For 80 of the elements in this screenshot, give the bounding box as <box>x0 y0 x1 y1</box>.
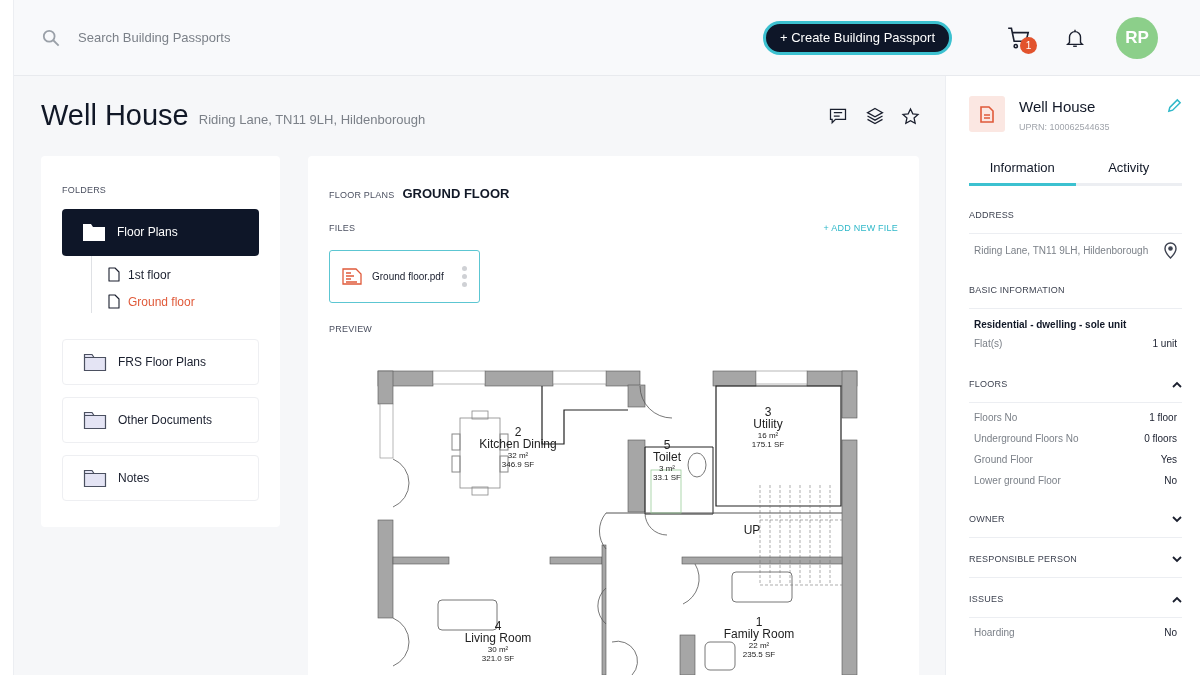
uprn-text: UPRN: 100062544635 <box>1019 120 1111 134</box>
info-value: No <box>1164 474 1177 488</box>
info-label: Ground Floor <box>974 453 1033 467</box>
room-label: Utility <box>753 416 783 431</box>
info-value: 1 floor <box>1149 411 1177 425</box>
files-label: FILES <box>329 221 356 235</box>
layers-icon[interactable] <box>865 106 885 126</box>
room-label: 4 <box>494 618 502 633</box>
document-icon <box>980 105 994 123</box>
preview-label: PREVIEW <box>329 323 374 336</box>
folder-icon <box>83 409 107 430</box>
section-heading: ISSUES <box>969 592 1004 606</box>
info-subtitle: Residential - dwelling - sole unit <box>974 318 1128 332</box>
create-building-passport-button[interactable]: + Create Building Passport <box>763 20 952 55</box>
location-pin-icon[interactable] <box>1164 242 1177 259</box>
room-label: 235.5 SF <box>742 649 776 659</box>
room-label: 32 m² <box>507 450 529 460</box>
section-heading: ADDRESS <box>969 208 1015 222</box>
chevron-down-icon[interactable] <box>1172 556 1182 563</box>
info-label: Hoarding <box>974 626 1015 640</box>
address-text: Riding Lane, TN11 9LH, Hildenborough <box>974 244 1149 258</box>
room-label: Family Room <box>723 626 795 641</box>
room-label: 30 m² <box>487 644 509 654</box>
file-name: Ground floor.pdf <box>372 270 445 284</box>
folder-item[interactable]: Other Documents <box>62 396 259 443</box>
star-icon[interactable] <box>901 106 920 126</box>
info-value: 0 floors <box>1144 432 1177 446</box>
file-card[interactable]: Ground floor.pdf <box>329 250 480 303</box>
cart-count-badge: 1 <box>1020 36 1037 54</box>
info-value: No <box>1164 626 1177 640</box>
chevron-down-icon[interactable] <box>1172 516 1182 523</box>
section-heading: RESPONSIBLE PERSON <box>969 552 1078 566</box>
tab[interactable]: Activity <box>1075 152 1182 186</box>
folder-title: GROUND FLOOR <box>402 185 510 203</box>
section-heading: BASIC INFORMATION <box>969 283 1065 297</box>
section-heading: OWNER <box>969 512 1005 526</box>
building-name: Well House <box>1019 97 1097 117</box>
folder-item[interactable]: Notes <box>62 454 259 501</box>
building-title: Well House <box>41 98 189 134</box>
file-tree-item[interactable]: Ground floor <box>108 292 259 311</box>
room-label: Toilet <box>653 449 681 464</box>
file-icon <box>108 267 120 282</box>
tab[interactable]: Information <box>969 152 1076 186</box>
room-label: 5 <box>663 437 671 452</box>
room-label: 16 m² <box>757 430 779 440</box>
section-heading: FLOORS <box>969 377 1008 391</box>
info-value: 1 unit <box>1152 337 1177 351</box>
pdf-file-icon <box>342 268 362 285</box>
file-tree-item[interactable]: 1st floor <box>108 265 259 284</box>
room-label: UP <box>743 522 761 537</box>
room-label: 175.1 SF <box>751 439 785 449</box>
info-label: Floors No <box>974 411 1018 425</box>
search-icon <box>42 28 60 47</box>
search-field[interactable]: Search Building Passports <box>78 27 378 48</box>
room-label: 321.0 SF <box>481 653 515 663</box>
room-label: 1 <box>755 614 763 629</box>
folder-icon <box>83 467 107 488</box>
room-label: 33.1 SF <box>653 472 681 482</box>
breadcrumb-label: FLOOR PLANS <box>329 189 395 202</box>
folder-item[interactable]: FRS Floor Plans <box>62 338 259 385</box>
info-value: Yes <box>1160 453 1177 467</box>
room-label: 22 m² <box>748 640 770 650</box>
info-label: Lower ground Floor <box>974 474 1061 488</box>
room-label: 3 m² <box>659 463 675 473</box>
folders-heading: FOLDERS <box>62 184 108 197</box>
folder-icon <box>82 222 106 242</box>
room-label: 346.9 SF <box>501 459 535 469</box>
chevron-up-icon[interactable] <box>1172 381 1182 388</box>
chevron-up-icon[interactable] <box>1172 596 1182 603</box>
room-label: 3 <box>764 404 772 419</box>
room-label: 2 <box>514 424 522 439</box>
building-address: Riding Lane, TN11 9LH, Hildenborough <box>198 111 426 130</box>
info-label: Underground Floors No <box>974 432 1079 446</box>
room-label: Kitchen Dining <box>479 436 557 451</box>
file-icon <box>108 294 120 309</box>
folder-icon <box>83 351 107 372</box>
info-label: Flat(s) <box>974 337 1003 351</box>
folder-item[interactable]: Floor Plans <box>62 208 259 256</box>
room-label: Living Room <box>464 630 532 645</box>
comment-icon[interactable] <box>828 106 848 126</box>
